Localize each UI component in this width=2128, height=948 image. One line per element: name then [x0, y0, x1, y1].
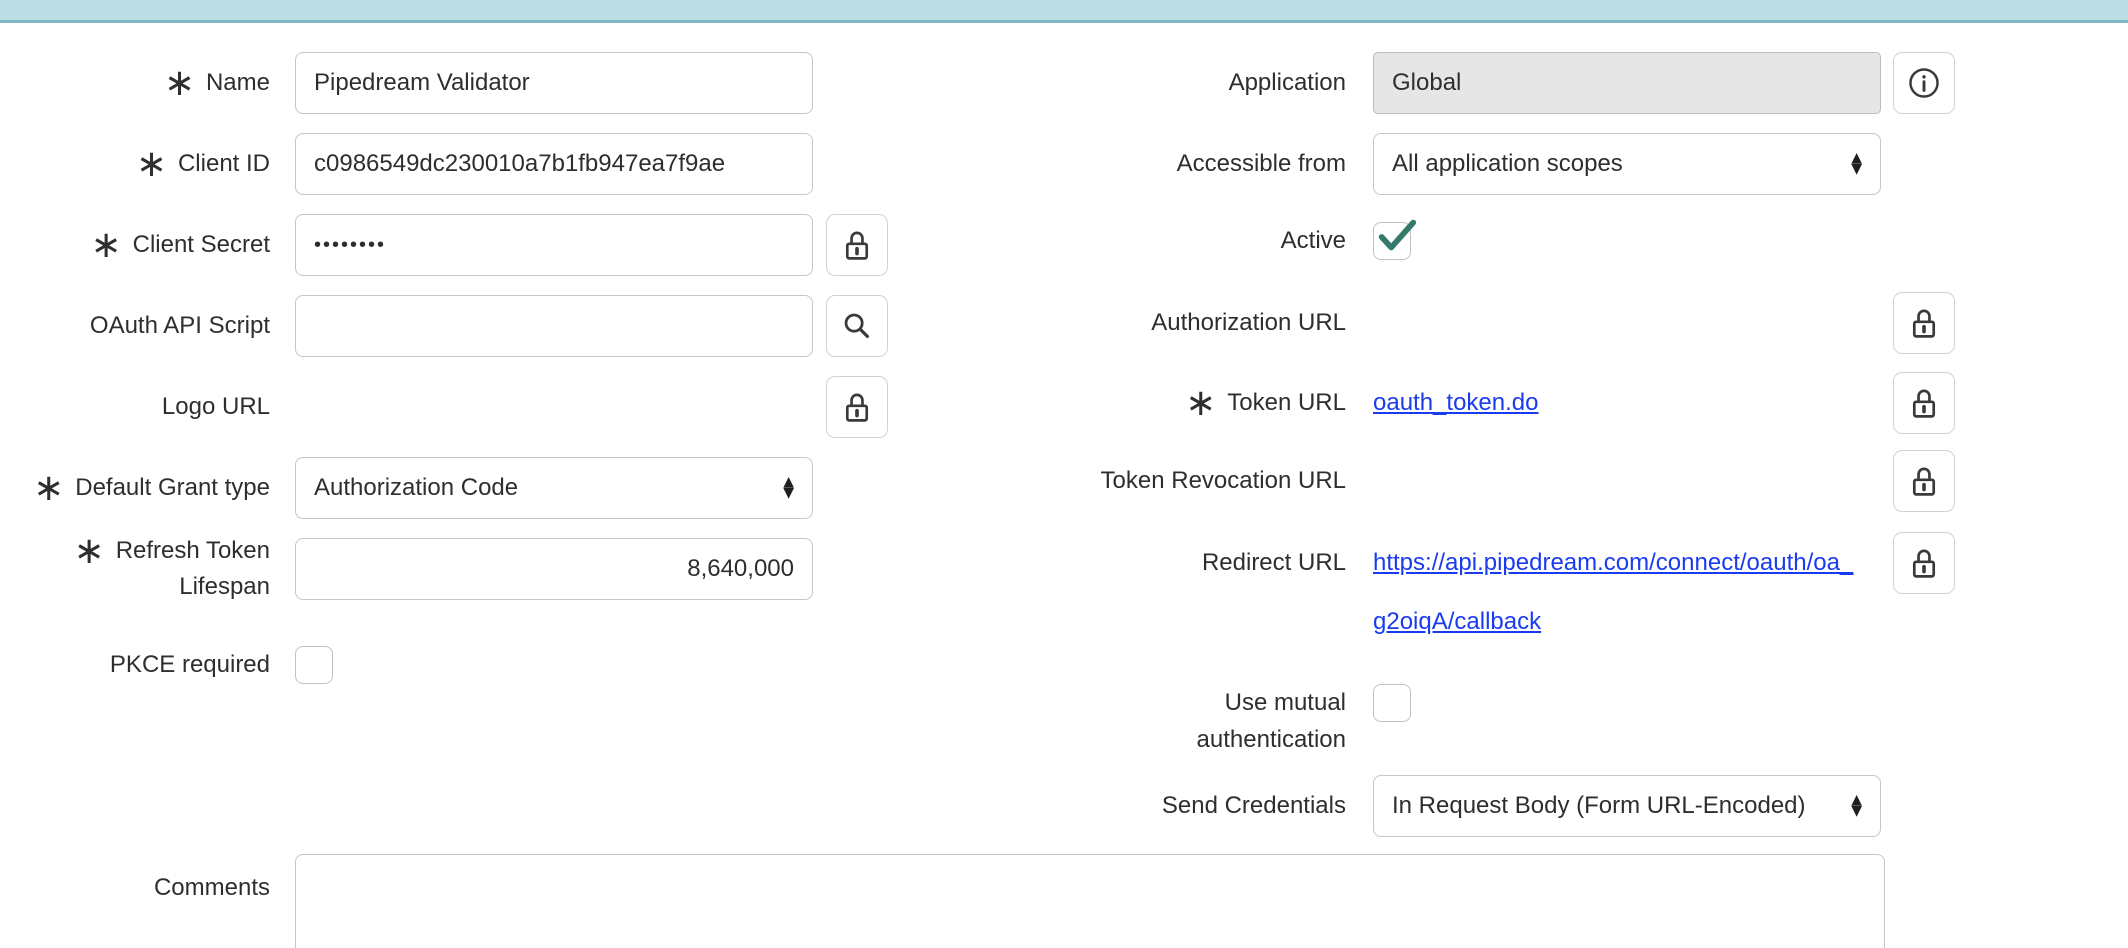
refresh-token-lifespan-label: ∗ Refresh Token Lifespan: [0, 538, 270, 600]
token-url-lock-button[interactable]: [1893, 372, 1955, 434]
logo-url-empty-field: [295, 376, 813, 438]
oauth-api-script-input[interactable]: [295, 295, 813, 357]
accessible-from-select[interactable]: All application scopes ▲▼: [1373, 133, 1881, 195]
active-label: Active: [1080, 222, 1346, 260]
use-mutual-authentication-label: Use mutual authentication: [1080, 684, 1346, 758]
form-left-column: ∗ Name ∗ Client ID: [0, 52, 888, 703]
token-url-link[interactable]: oauth_token.do: [1373, 389, 1538, 417]
client-id-label: ∗ Client ID: [0, 133, 270, 195]
accessible-from-row: Accessible from All application scopes ▲…: [1080, 133, 1955, 195]
use-mutual-authentication-row: Use mutual authentication: [1080, 684, 1955, 758]
select-arrows-icon: ▲▼: [1851, 153, 1862, 175]
pkce-required-row: PKCE required: [0, 646, 888, 684]
search-icon: [842, 311, 872, 341]
oauth-api-script-search-button[interactable]: [826, 295, 888, 357]
application-readonly-field: Global: [1373, 52, 1881, 114]
token-revocation-url-row: Token Revocation URL: [1080, 450, 1955, 512]
redirect-url-row: Redirect URL https://api.pipedream.com/c…: [1080, 532, 1955, 642]
authorization-url-lock-button[interactable]: [1893, 292, 1955, 354]
client-secret-input[interactable]: [295, 214, 813, 276]
token-revocation-url-lock-button[interactable]: [1893, 450, 1955, 512]
client-id-input[interactable]: [295, 133, 813, 195]
select-arrows-icon: ▲▼: [783, 477, 794, 499]
form-header-strip: [0, 0, 2128, 23]
oauth-api-script-label: OAuth API Script: [0, 295, 270, 357]
authorization-url-row: Authorization URL: [1080, 292, 1955, 354]
send-credentials-select[interactable]: In Request Body (Form URL-Encoded) ▲▼: [1373, 775, 1881, 837]
pkce-required-label: PKCE required: [0, 646, 270, 684]
logo-url-row: Logo URL: [0, 376, 888, 438]
lock-icon: [842, 228, 872, 262]
lock-icon: [1909, 464, 1939, 498]
token-revocation-url-label: Token Revocation URL: [1080, 450, 1346, 512]
lock-icon: [1909, 546, 1939, 580]
redirect-url-label: Redirect URL: [1080, 532, 1346, 594]
authorization-url-label: Authorization URL: [1080, 292, 1346, 354]
comments-textarea[interactable]: [295, 854, 1885, 948]
application-info-button[interactable]: [1893, 52, 1955, 114]
application-row: Application Global: [1080, 52, 1955, 114]
accessible-from-label: Accessible from: [1080, 133, 1346, 195]
select-value: All application scopes: [1392, 150, 1623, 178]
required-icon: ∗: [164, 73, 195, 93]
info-icon: [1908, 67, 1940, 99]
select-value: In Request Body (Form URL-Encoded): [1392, 792, 1806, 820]
required-icon: ∗: [1185, 393, 1216, 413]
use-mutual-authentication-checkbox[interactable]: [1373, 684, 1411, 722]
required-icon: ∗: [74, 541, 105, 561]
active-row: Active: [1080, 222, 1955, 260]
token-url-row: ∗ Token URL oauth_token.do: [1080, 372, 1955, 434]
form-right-column: Application Global: [1080, 52, 1955, 856]
active-checkbox[interactable]: [1373, 222, 1411, 260]
token-url-field: oauth_token.do: [1373, 372, 1881, 434]
name-input[interactable]: [295, 52, 813, 114]
default-grant-type-label: ∗ Default Grant type: [0, 457, 270, 519]
token-url-label: ∗ Token URL: [1080, 372, 1346, 434]
refresh-token-lifespan-row: ∗ Refresh Token Lifespan: [0, 538, 888, 600]
required-icon: ∗: [91, 235, 122, 255]
comments-label: Comments: [0, 854, 270, 906]
redirect-url-link[interactable]: https://api.pipedream.com/connect/oauth/…: [1373, 532, 1881, 642]
default-grant-type-row: ∗ Default Grant type Authorization Code …: [0, 457, 888, 519]
token-revocation-url-empty-field: [1373, 450, 1881, 512]
lock-icon: [842, 390, 872, 424]
form-page: ∗ Name ∗ Client ID: [0, 0, 2128, 948]
oauth-api-script-row: OAuth API Script: [0, 295, 888, 357]
refresh-token-lifespan-input[interactable]: [295, 538, 813, 600]
pkce-required-checkbox[interactable]: [295, 646, 333, 684]
checkmark-icon: [1373, 215, 1419, 257]
logo-url-label: Logo URL: [0, 376, 270, 438]
select-arrows-icon: ▲▼: [1851, 795, 1862, 817]
required-icon: ∗: [33, 478, 64, 498]
client-secret-row: ∗ Client Secret: [0, 214, 888, 276]
name-label: ∗ Name: [0, 52, 270, 114]
oauth-registry-form: ∗ Name ∗ Client ID: [0, 23, 2128, 948]
redirect-url-field: https://api.pipedream.com/connect/oauth/…: [1373, 532, 1881, 642]
authorization-url-empty-field: [1373, 292, 1881, 354]
select-value: Authorization Code: [314, 474, 518, 502]
required-icon: ∗: [136, 154, 167, 174]
lock-icon: [1909, 386, 1939, 420]
name-row: ∗ Name: [0, 52, 888, 114]
logo-url-lock-button[interactable]: [826, 376, 888, 438]
send-credentials-row: Send Credentials In Request Body (Form U…: [1080, 775, 1955, 837]
client-secret-lock-button[interactable]: [826, 214, 888, 276]
send-credentials-label: Send Credentials: [1080, 775, 1346, 837]
application-label: Application: [1080, 52, 1346, 114]
client-secret-label: ∗ Client Secret: [0, 214, 270, 276]
lock-icon: [1909, 306, 1939, 340]
default-grant-type-select[interactable]: Authorization Code ▲▼: [295, 457, 813, 519]
redirect-url-lock-button[interactable]: [1893, 532, 1955, 594]
client-id-row: ∗ Client ID: [0, 133, 888, 195]
comments-row: Comments: [0, 854, 2128, 948]
